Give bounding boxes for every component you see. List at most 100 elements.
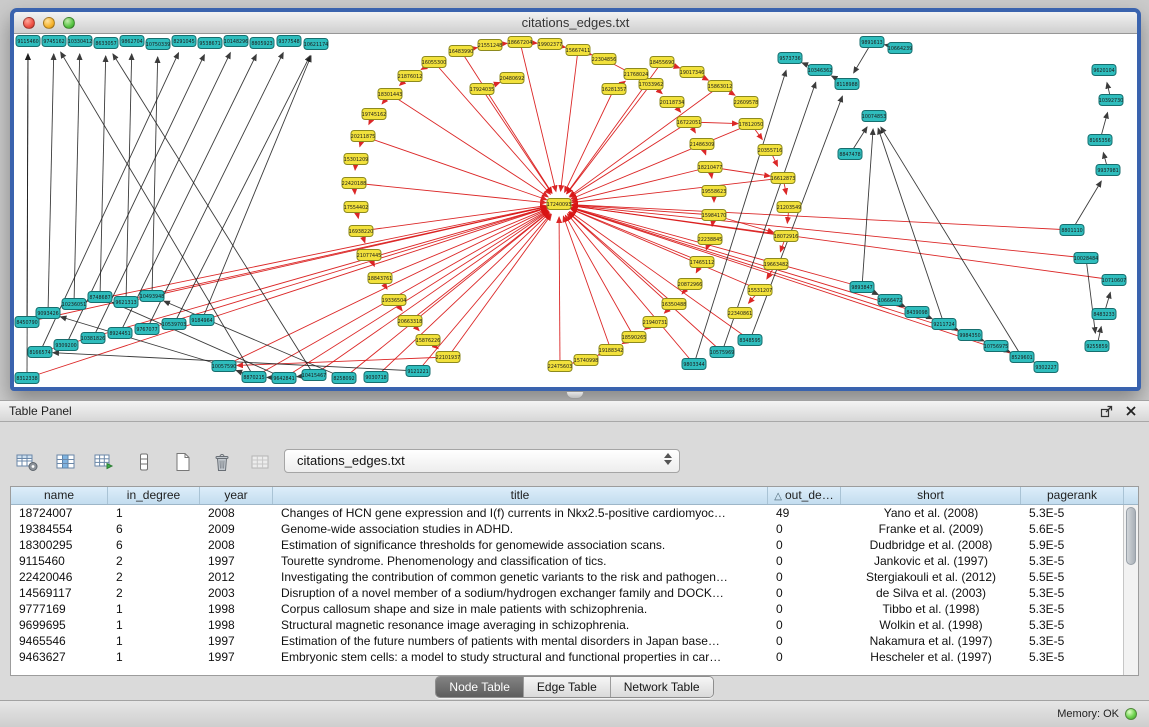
- graph-node[interactable]: 9030718: [364, 372, 388, 383]
- graph-node[interactable]: 21203549: [777, 202, 801, 213]
- graph-node[interactable]: 9937981: [1096, 165, 1120, 176]
- graph-node[interactable]: 9115460: [16, 36, 40, 47]
- column-header-name[interactable]: name: [11, 487, 108, 504]
- graph-node[interactable]: 22340861: [728, 308, 752, 319]
- graph-node[interactable]: 17033962: [639, 79, 663, 90]
- graph-node[interactable]: 18301443: [378, 89, 402, 100]
- graph-node[interactable]: 17240093: [547, 199, 571, 210]
- column-header-out_de[interactable]: △out_de…: [768, 487, 841, 504]
- splitter-handle[interactable]: [566, 392, 584, 399]
- graph-node[interactable]: 19902377: [538, 39, 562, 50]
- column-header-year[interactable]: year: [200, 487, 273, 504]
- graph-node[interactable]: 17812050: [739, 119, 763, 130]
- graph-node[interactable]: 10415467: [302, 370, 326, 381]
- graph-node[interactable]: 9211724: [932, 319, 956, 330]
- import-table-button[interactable]: [14, 450, 40, 474]
- graph-node[interactable]: 10236051: [62, 299, 86, 310]
- graph-node[interactable]: 8748687: [88, 292, 112, 303]
- close-panel-icon[interactable]: [1125, 405, 1137, 417]
- graph-node[interactable]: 15876226: [416, 335, 440, 346]
- table-row[interactable]: 946362711997Embryonic stem cells: a mode…: [11, 649, 1138, 665]
- graph-node[interactable]: 9538671: [198, 38, 222, 49]
- graph-node[interactable]: 16722051: [677, 117, 701, 128]
- graph-node[interactable]: 20663318: [398, 316, 422, 327]
- graph-node[interactable]: 8291045: [172, 36, 196, 47]
- graph-node[interactable]: 8924451: [108, 328, 132, 339]
- graph-node[interactable]: 9377548: [277, 36, 301, 47]
- graph-node[interactable]: 22101937: [436, 352, 460, 363]
- graph-node[interactable]: 8166574: [28, 347, 52, 358]
- graph-node[interactable]: 8805923: [250, 38, 274, 49]
- column-header-short[interactable]: short: [841, 487, 1021, 504]
- graph-node[interactable]: 10756975: [984, 341, 1008, 352]
- graph-node[interactable]: 9767077: [135, 324, 159, 335]
- delete-button[interactable]: [209, 450, 235, 474]
- graph-node[interactable]: 19558623: [702, 186, 726, 197]
- graph-node[interactable]: 10664239: [888, 43, 912, 54]
- graph-node[interactable]: 9745162: [42, 36, 66, 47]
- graph-node[interactable]: 8870215: [242, 372, 266, 383]
- graph-node[interactable]: 15667411: [566, 45, 590, 56]
- graph-node[interactable]: 19663482: [764, 259, 788, 270]
- column-header-in_degree[interactable]: in_degree: [108, 487, 200, 504]
- graph-node[interactable]: 8801110: [1060, 225, 1084, 236]
- graph-node[interactable]: 22304856: [592, 54, 616, 65]
- graph-node[interactable]: 20211875: [351, 131, 375, 142]
- float-panel-icon[interactable]: [1100, 405, 1113, 418]
- graph-node[interactable]: 9621313: [114, 297, 138, 308]
- graph-node[interactable]: 9891613: [860, 37, 884, 48]
- graph-node[interactable]: 18843761: [368, 273, 392, 284]
- graph-node[interactable]: 16483990: [449, 46, 473, 57]
- graph-node[interactable]: 18667204: [508, 37, 532, 48]
- graph-node[interactable]: 10710607: [1102, 275, 1126, 286]
- graph-node[interactable]: 10028484: [1074, 253, 1098, 264]
- graph-node[interactable]: 18455690: [650, 57, 674, 68]
- table-row[interactable]: 1872400712008Changes of HCN gene express…: [11, 505, 1138, 521]
- graph-node[interactable]: 9984350: [958, 330, 982, 341]
- graph-node[interactable]: 10666472: [878, 295, 902, 306]
- graph-node[interactable]: 15301209: [344, 154, 368, 165]
- table-row[interactable]: 911546021997Tourette syndrome. Phenomeno…: [11, 553, 1138, 569]
- graph-node[interactable]: 18072916: [774, 231, 798, 242]
- graph-node[interactable]: 8483233: [1092, 309, 1116, 320]
- graph-node[interactable]: 9620104: [1092, 65, 1116, 76]
- edit-table-button[interactable]: [92, 450, 118, 474]
- graph-node[interactable]: 22238845: [698, 234, 722, 245]
- graph-node[interactable]: 22420188: [342, 178, 366, 189]
- graph-node[interactable]: 21077445: [357, 250, 381, 261]
- scrollbar-thumb[interactable]: [1126, 507, 1136, 565]
- graph-node[interactable]: 20872966: [678, 279, 702, 290]
- graph-node[interactable]: 18210477: [698, 162, 722, 173]
- graph-node[interactable]: 21486309: [690, 139, 714, 150]
- graph-node[interactable]: 10575969: [710, 347, 734, 358]
- graph-node[interactable]: 10346362: [808, 65, 832, 76]
- graph-node[interactable]: 10381826: [81, 333, 105, 344]
- graph-node[interactable]: 16281357: [602, 84, 626, 95]
- graph-node[interactable]: 20355716: [758, 145, 782, 156]
- graph-node[interactable]: 8450790: [15, 317, 39, 328]
- graph-node[interactable]: 16612873: [771, 173, 795, 184]
- graph-node[interactable]: 9893847: [850, 282, 874, 293]
- graph-node[interactable]: 8258092: [332, 373, 356, 384]
- new-file-button[interactable]: [170, 450, 196, 474]
- graph-node[interactable]: 8348595: [738, 335, 762, 346]
- table-row[interactable]: 1830029562008Estimation of significance …: [11, 537, 1138, 553]
- graph-node[interactable]: 10392730: [1099, 95, 1123, 106]
- graph-node[interactable]: 21768024: [624, 69, 648, 80]
- graph-node[interactable]: 10148296: [224, 36, 248, 47]
- graph-node[interactable]: 9862704: [120, 36, 144, 47]
- graph-node[interactable]: 10330412: [68, 36, 92, 47]
- graph-node[interactable]: 21876012: [398, 71, 422, 82]
- graph-node[interactable]: 17465112: [690, 257, 714, 268]
- graph-node[interactable]: 8529601: [1010, 352, 1034, 363]
- graph-node[interactable]: 10621174: [304, 39, 328, 50]
- graph-node[interactable]: 9255859: [1085, 341, 1109, 352]
- table-row[interactable]: 946554611997Estimation of the future num…: [11, 633, 1138, 649]
- graph-node[interactable]: 19336504: [382, 295, 406, 306]
- graph-node[interactable]: 9093426: [36, 308, 60, 319]
- tab-node-table[interactable]: Node Table: [436, 677, 524, 697]
- show-columns-button[interactable]: [53, 450, 79, 474]
- graph-node[interactable]: 19017346: [680, 67, 704, 78]
- graph-node[interactable]: 21551248: [478, 40, 502, 51]
- graph-node[interactable]: 8118988: [835, 79, 859, 90]
